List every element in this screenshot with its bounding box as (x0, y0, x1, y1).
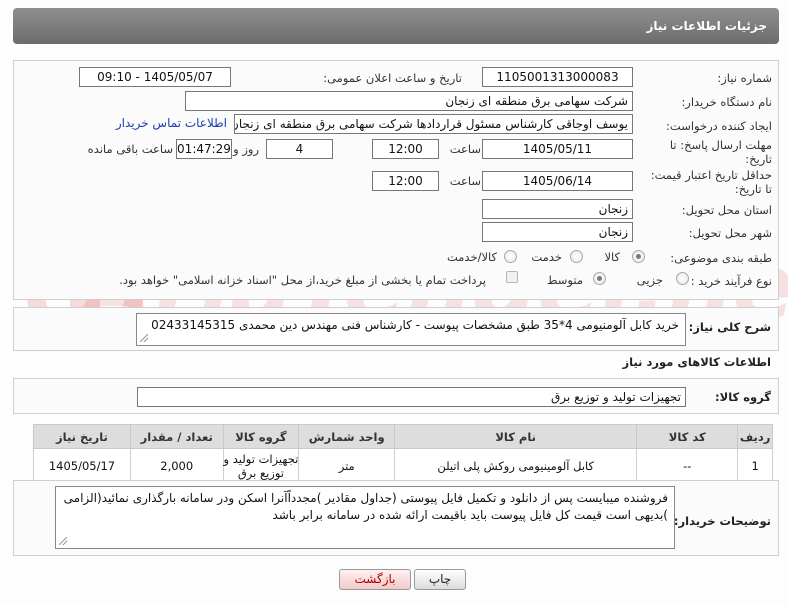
requester-label: ایجاد کننده درخواست: (666, 119, 772, 133)
cell-row: 1 (737, 448, 773, 483)
price-validity-date-field: 1405/06/14 (482, 171, 633, 191)
description-label: شرح کلی نیاز: (688, 320, 771, 334)
days-left-field: 4 (266, 139, 333, 159)
process-option-minor: جزیی (636, 273, 663, 287)
page-title-bar: جزئیات اطلاعات نیاز (13, 8, 779, 44)
reply-deadline-label-2: تاریخ: (745, 152, 772, 166)
goods-group-label: گروه کالا: (715, 390, 771, 404)
buyer-contact-link[interactable]: اطلاعات تماس خریدار (116, 116, 227, 130)
treasury-payment-checkbox[interactable] (506, 271, 518, 283)
announce-datetime-field: 1405/05/07 - 09:10 (79, 67, 231, 87)
delivery-province-label: استان محل تحویل: (681, 203, 772, 217)
remaining-time-field: 01:47:29 (176, 139, 232, 159)
reply-time-field: 12:00 (372, 139, 439, 159)
table-header-row: ردیف کد کالا نام کالا واحد شمارش گروه کا… (33, 424, 773, 449)
requester-field: یوسف اوجاقی کارشناس مسئول قراردادها شرکت… (234, 114, 633, 134)
category-option-goods: کالا (604, 250, 620, 264)
col-unit: واحد شمارش (298, 424, 396, 449)
cell-need-date: 1405/05/17 (33, 448, 131, 483)
buyer-notes-label: توضیحات خریدار: (673, 514, 771, 528)
buyer-notes-text: فروشنده میبایست پس از دانلود و تکمیل فای… (63, 491, 668, 522)
cell-quantity: 2,000 (129, 448, 224, 483)
col-code: کد کالا (636, 424, 739, 449)
category-option-goods-service: کالا/خدمت (446, 250, 497, 264)
category-radio-goods-service[interactable] (504, 250, 517, 263)
reply-time-label: ساعت (449, 142, 481, 156)
buyer-org-label: نام دستگاه خریدار: (681, 95, 772, 109)
buyer-org-field: شرکت سهامی برق منطقه ای زنجان (185, 91, 633, 111)
announce-datetime-label: تاریخ و ساعت اعلان عمومی: (323, 71, 462, 85)
col-group: گروه کالا (222, 424, 300, 449)
resize-grip-icon[interactable] (140, 334, 148, 342)
back-button[interactable]: بازگشت (339, 569, 411, 590)
cell-code: -- (636, 448, 739, 483)
table-row: 1 -- کابل آلومینیومی روکش پلی اتیلن متر … (33, 448, 773, 483)
process-radio-minor[interactable] (676, 272, 689, 285)
col-name: نام کالا (394, 424, 638, 449)
purchase-process-label: نوع فرآیند خرید : (690, 274, 772, 288)
remaining-time-label: ساعت باقی مانده (87, 142, 173, 156)
category-radio-service[interactable] (570, 250, 583, 263)
process-option-medium: متوسط (546, 273, 583, 287)
delivery-city-label: شهر محل تحویل: (688, 226, 772, 240)
need-number-label: شماره نیاز: (717, 71, 772, 85)
price-validity-time-label: ساعت (449, 174, 481, 188)
need-number-field: 1105001313000083 (482, 67, 633, 87)
goods-group-field: تجهیزات تولید و توزیع برق (137, 387, 686, 407)
col-row: ردیف (737, 424, 773, 449)
cell-unit: متر (298, 448, 396, 483)
delivery-province-field: زنجان (482, 199, 633, 219)
description-field: خرید کابل آلومنیومی 4*35 طبق مشخصات پیوس… (136, 313, 686, 346)
price-validity-label-2: تا تاریخ: (734, 182, 772, 196)
col-quantity: تعداد / مقدار (129, 424, 224, 449)
goods-info-title: اطلاعات کالاهای مورد نیاز (622, 355, 771, 369)
delivery-city-field: زنجان (482, 222, 633, 242)
treasury-payment-note: پرداخت تمام یا بخشی از مبلغ خرید،از محل … (119, 273, 486, 287)
resize-grip-icon[interactable] (59, 537, 67, 545)
print-button[interactable]: چاپ (414, 569, 466, 590)
category-option-service: خدمت (531, 250, 562, 264)
cell-name: کابل آلومینیومی روکش پلی اتیلن (394, 448, 638, 483)
items-table: ردیف کد کالا نام کالا واحد شمارش گروه کا… (33, 424, 773, 483)
cell-group: تجهیزات تولید و توزیع برق (222, 448, 300, 483)
page-title: جزئیات اطلاعات نیاز (646, 19, 767, 33)
category-label: طبقه بندی موضوعی: (670, 251, 772, 265)
description-text: خرید کابل آلومنیومی 4*35 طبق مشخصات پیوس… (151, 318, 679, 332)
reply-date-field: 1405/05/11 (482, 139, 633, 159)
price-validity-time-field: 12:00 (372, 171, 439, 191)
buyer-notes-field: فروشنده میبایست پس از دانلود و تکمیل فای… (55, 486, 675, 549)
process-radio-medium[interactable] (593, 272, 606, 285)
days-label: روز و (233, 142, 259, 156)
category-radio-goods[interactable] (632, 250, 645, 263)
col-need-date: تاریخ نیاز (33, 424, 131, 449)
